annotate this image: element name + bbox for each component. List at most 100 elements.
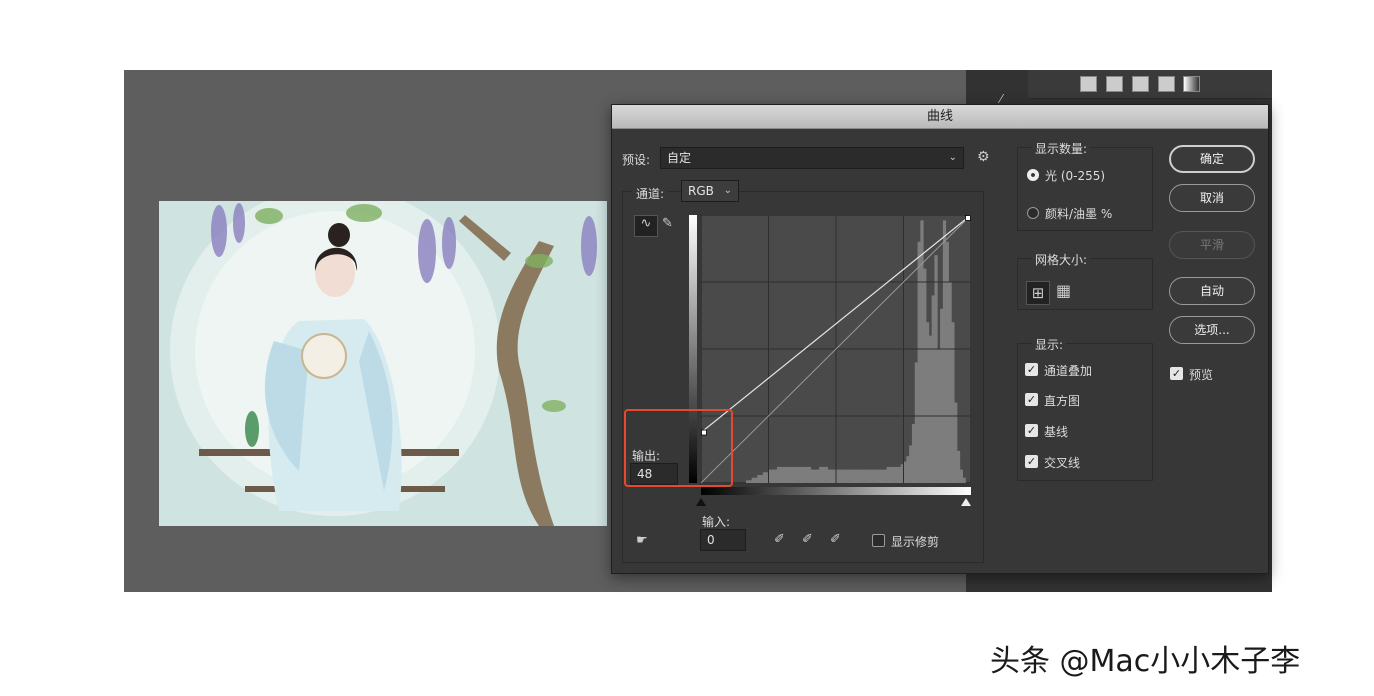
- eyedropper-gray-icon[interactable]: ✐: [802, 532, 813, 548]
- smooth-button[interactable]: 平滑: [1169, 231, 1255, 259]
- histogram-bar: [819, 466, 823, 483]
- input-gradient-bar: [701, 487, 971, 495]
- ok-button[interactable]: 确定: [1169, 145, 1255, 173]
- histogram-bar: [827, 469, 831, 483]
- dialog-titlebar[interactable]: 曲线: [612, 105, 1268, 129]
- baseline-label: 基线: [1044, 425, 1069, 439]
- channel-select[interactable]: RGB ⌄: [681, 180, 739, 202]
- histogram-bar: [850, 469, 854, 483]
- histogram-bar: [906, 456, 910, 483]
- histogram-bar: [923, 268, 927, 483]
- histogram-bar: [793, 466, 798, 483]
- channel-overlay-checkbox[interactable]: ✓: [1025, 363, 1038, 376]
- histogram-bar: [917, 241, 921, 483]
- adjustment-icon[interactable]: [1080, 76, 1097, 92]
- show-title: 显示:: [1032, 336, 1067, 353]
- grid-large-icon[interactable]: ▦: [1056, 283, 1071, 299]
- histogram-bar: [861, 469, 865, 483]
- channel-value: RGB: [688, 184, 714, 198]
- watermark: 头条 @Mac小小木子李: [990, 644, 1301, 679]
- histogram-bar: [895, 466, 899, 483]
- histogram-bar: [911, 424, 916, 483]
- histogram-bar: [760, 474, 764, 483]
- channel-label: 通道:: [632, 185, 669, 202]
- adjustment-icon[interactable]: [1158, 76, 1175, 92]
- histogram-bar: [779, 466, 783, 483]
- histogram-bar: [816, 469, 820, 483]
- canvas-image: [159, 201, 607, 526]
- histogram-bar: [847, 469, 851, 483]
- histogram-bar: [802, 466, 806, 483]
- preview-label: 预览: [1189, 368, 1214, 382]
- histogram-bar: [841, 469, 845, 483]
- histogram-bar: [931, 295, 935, 483]
- histogram-bar: [872, 469, 876, 483]
- histogram-bar: [926, 322, 930, 483]
- preview-checkbox[interactable]: ✓: [1170, 367, 1183, 380]
- histogram-bar: [886, 466, 890, 483]
- histogram-bar: [875, 469, 879, 483]
- adjustment-icon[interactable]: [1106, 76, 1123, 92]
- histogram-bar: [796, 466, 800, 483]
- histogram-bar: [858, 469, 862, 483]
- histogram-bar: [951, 322, 955, 483]
- pigment-radio[interactable]: [1027, 207, 1039, 219]
- histogram-bar: [774, 469, 778, 483]
- histogram-bar: [785, 466, 789, 483]
- grid-size-title: 网格大小:: [1032, 251, 1091, 268]
- histogram-bar: [746, 480, 750, 483]
- histogram-bar: [897, 466, 902, 483]
- white-point-slider[interactable]: [961, 498, 971, 506]
- histogram-bar: [748, 480, 753, 483]
- histogram-bar: [821, 466, 826, 483]
- histogram-bar: [771, 469, 775, 483]
- chevron-down-icon: ⌄: [723, 185, 732, 196]
- auto-button[interactable]: 自动: [1169, 277, 1255, 305]
- grid-small-icon[interactable]: ⊞: [1026, 281, 1050, 305]
- histogram-bar: [791, 466, 795, 483]
- gradient-map-icon[interactable]: [1183, 76, 1200, 92]
- preset-select[interactable]: 自定 ⌄: [660, 147, 964, 169]
- channel-overlay-label: 通道叠加: [1044, 364, 1093, 378]
- black-point-slider[interactable]: [696, 498, 706, 506]
- histogram-bar: [813, 469, 817, 483]
- curve-graph[interactable]: [701, 215, 971, 483]
- histogram-bar: [881, 469, 885, 483]
- input-field[interactable]: 0: [700, 529, 746, 551]
- adjustment-icon[interactable]: [1132, 76, 1149, 92]
- histogram-bar: [782, 466, 786, 483]
- curves-dialog: 曲线 预设: 自定 ⌄ ⚙ 通道: RGB ⌄ ∿ ✎ 输出: 48 输入: 0…: [611, 104, 1269, 574]
- show-clipping-label: 显示修剪: [891, 535, 940, 549]
- histogram-bar: [810, 469, 814, 483]
- adjustments-panel-strip: [1028, 70, 1272, 99]
- preset-value: 自定: [667, 151, 692, 165]
- histogram-bar: [948, 282, 952, 483]
- intersection-line-checkbox[interactable]: ✓: [1025, 455, 1038, 468]
- options-button[interactable]: 选项...: [1169, 316, 1255, 344]
- curve-point-icon[interactable]: ∿: [634, 215, 658, 237]
- baseline-checkbox[interactable]: ✓: [1025, 424, 1038, 437]
- gear-icon[interactable]: ⚙: [977, 149, 990, 165]
- histogram-bar: [830, 469, 834, 483]
- histogram-bar: [942, 220, 947, 483]
- light-label: 光 (0-255): [1045, 169, 1106, 183]
- histogram-bar: [928, 335, 933, 483]
- curve-control-point[interactable]: [965, 215, 971, 221]
- histogram-bar: [909, 445, 913, 483]
- cancel-button[interactable]: 取消: [1169, 184, 1255, 212]
- histogram-bar: [844, 469, 848, 483]
- eyedropper-white-icon[interactable]: ✐: [830, 532, 841, 548]
- histogram-bar: [762, 472, 767, 483]
- histogram-bar: [799, 466, 803, 483]
- histogram-bar: [807, 466, 812, 483]
- pencil-icon[interactable]: ✎: [662, 216, 673, 232]
- histogram-bar: [959, 469, 963, 483]
- histogram-checkbox[interactable]: ✓: [1025, 393, 1038, 406]
- show-clipping-checkbox[interactable]: [872, 534, 885, 547]
- light-radio[interactable]: [1027, 169, 1039, 181]
- histogram-bar: [754, 477, 758, 483]
- histogram-bar: [878, 469, 882, 483]
- output-highlight-box: [624, 409, 733, 487]
- eyedropper-black-icon[interactable]: ✐: [774, 532, 785, 548]
- on-image-adjust-icon[interactable]: ☛: [636, 533, 648, 549]
